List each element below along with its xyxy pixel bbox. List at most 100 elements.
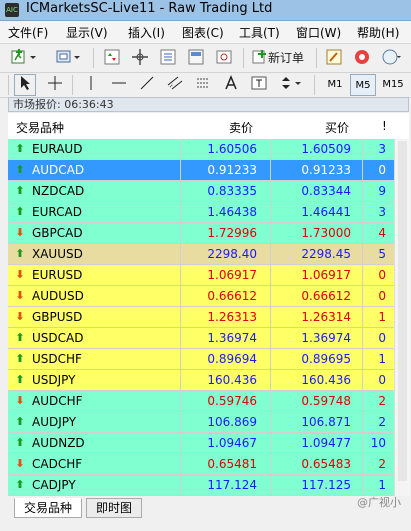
vertical-line-button[interactable] bbox=[80, 74, 102, 96]
ask-cell: 1.60509 bbox=[301, 142, 351, 156]
text-label-button[interactable] bbox=[248, 74, 270, 96]
timeframe-m1[interactable]: M1 bbox=[322, 74, 348, 96]
down-arrow-icon: ⬇ bbox=[15, 226, 25, 239]
navigator-button[interactable] bbox=[128, 47, 152, 69]
bid-cell: 1.09467 bbox=[207, 436, 257, 450]
up-arrow-icon: ⬆ bbox=[15, 163, 25, 176]
tab-tick-chart[interactable]: 即时图 bbox=[86, 498, 143, 518]
menu-tools[interactable]: 工具(T) bbox=[239, 24, 280, 41]
market-watch-button[interactable] bbox=[100, 47, 124, 69]
menu-bar: 文件(F) 显示(V) 插入(I) 图表(C) 工具(T) 窗口(W) 帮助(H… bbox=[0, 21, 411, 44]
trendline-button[interactable] bbox=[136, 74, 158, 96]
menu-help[interactable]: 帮助(H) bbox=[357, 24, 399, 41]
table-row[interactable]: ⬇ EURUSD 1.06917 1.06917 0 bbox=[8, 265, 394, 286]
spread-cell: 0 bbox=[378, 268, 386, 282]
table-row[interactable]: ⬇ AUDCHF 0.59746 0.59748 2 bbox=[8, 391, 394, 412]
column-bid[interactable]: 卖价 bbox=[229, 119, 253, 136]
up-arrow-icon: ⬆ bbox=[15, 247, 25, 260]
column-ask[interactable]: 买价 bbox=[325, 119, 349, 136]
arrows-button[interactable] bbox=[276, 74, 306, 96]
spread-cell: 9 bbox=[378, 184, 386, 198]
bid-cell: 0.65481 bbox=[207, 457, 257, 471]
more-toolbar-button[interactable] bbox=[378, 47, 406, 69]
symbol-cell: AUDUSD bbox=[32, 289, 84, 303]
timeframe-m5[interactable]: M5 bbox=[350, 74, 376, 96]
symbol-cell: GBPCAD bbox=[32, 226, 83, 240]
spread-cell: 3 bbox=[378, 142, 386, 156]
bid-cell: 0.83335 bbox=[207, 184, 257, 198]
menu-insert[interactable]: 插入(I) bbox=[128, 24, 165, 41]
spread-cell: 0 bbox=[378, 331, 386, 345]
up-arrow-icon: ⬆ bbox=[15, 478, 25, 491]
column-spread[interactable]: ! bbox=[382, 119, 387, 133]
symbol-cell: XAUUSD bbox=[32, 247, 83, 261]
metaeditor-button[interactable] bbox=[322, 47, 346, 69]
bid-cell: 0.66612 bbox=[207, 289, 257, 303]
ask-cell: 2298.45 bbox=[301, 247, 351, 261]
spread-cell: 2 bbox=[378, 457, 386, 471]
signal-icon bbox=[382, 49, 401, 65]
arrows-icon bbox=[282, 77, 301, 89]
equidistant-channel-button[interactable] bbox=[164, 74, 186, 96]
cursor-button[interactable] bbox=[14, 74, 36, 96]
table-row[interactable]: ⬆ USDCHF 0.89694 0.89695 1 bbox=[8, 349, 394, 370]
symbol-cell: CADJPY bbox=[32, 478, 76, 492]
bid-cell: 1.60506 bbox=[207, 142, 257, 156]
table-row[interactable]: ⬆ EURAUD 1.60506 1.60509 3 bbox=[8, 139, 394, 160]
table-row[interactable]: ⬇ GBPCAD 1.72996 1.73000 4 bbox=[8, 223, 394, 244]
timeframe-m15[interactable]: M15 bbox=[378, 74, 408, 96]
bid-cell: 1.36974 bbox=[207, 331, 257, 345]
table-row[interactable]: ⬆ EURCAD 1.46438 1.46441 3 bbox=[8, 202, 394, 223]
text-icon bbox=[225, 75, 237, 90]
vertical-line-icon bbox=[90, 76, 92, 90]
menu-charts[interactable]: 图表(C) bbox=[182, 24, 224, 41]
new-order-label: 新订单 bbox=[268, 51, 305, 65]
ask-cell: 0.89695 bbox=[301, 352, 351, 366]
column-symbol[interactable]: 交易品种 bbox=[16, 119, 64, 136]
fibonacci-button[interactable] bbox=[192, 74, 214, 96]
table-row[interactable]: ⬆ AUDCAD 0.91233 0.91233 0 bbox=[8, 160, 394, 181]
symbol-cell: AUDCAD bbox=[32, 163, 85, 177]
crosshair-button[interactable] bbox=[44, 74, 66, 96]
menu-view[interactable]: 显示(V) bbox=[66, 24, 108, 41]
table-row[interactable]: ⬆ NZDCAD 0.83335 0.83344 9 bbox=[8, 181, 394, 202]
bid-cell: 1.06917 bbox=[207, 268, 257, 282]
table-row[interactable]: ⬇ GBPUSD 1.26313 1.26314 1 bbox=[8, 307, 394, 328]
autotrading-button[interactable] bbox=[350, 47, 374, 69]
table-row[interactable]: ⬆ USDCAD 1.36974 1.36974 0 bbox=[8, 328, 394, 349]
bid-cell: 0.59746 bbox=[207, 394, 257, 408]
symbol-cell: AUDCHF bbox=[32, 394, 83, 408]
table-row[interactable]: ⬆ CADJPY 117.124 117.125 1 bbox=[8, 475, 394, 496]
window-title: ICMarketsSC-Live11 - Raw Trading Ltd bbox=[26, 1, 273, 16]
horizontal-line-button[interactable] bbox=[108, 74, 130, 96]
profiles-button[interactable] bbox=[52, 47, 86, 69]
symbol-cell: AUDJPY bbox=[32, 415, 77, 429]
bid-cell: 1.46438 bbox=[207, 205, 257, 219]
ask-cell: 1.06917 bbox=[301, 268, 351, 282]
terminal-button[interactable] bbox=[184, 47, 208, 69]
menu-window[interactable]: 窗口(W) bbox=[296, 24, 341, 41]
table-row[interactable]: ⬇ CADCHF 0.65481 0.65483 2 bbox=[8, 454, 394, 475]
table-row[interactable]: ⬆ XAUUSD 2298.40 2298.45 5 bbox=[8, 244, 394, 265]
new-order-button[interactable]: 新订单 bbox=[249, 47, 311, 69]
table-row[interactable]: ⬆ AUDJPY 106.869 106.871 2 bbox=[8, 412, 394, 433]
up-arrow-icon: ⬆ bbox=[15, 331, 25, 344]
tab-symbols[interactable]: 交易品种 bbox=[14, 498, 83, 518]
new-chart-button[interactable] bbox=[8, 47, 42, 69]
data-window-button[interactable] bbox=[156, 47, 180, 69]
ask-cell: 0.91233 bbox=[301, 163, 351, 177]
table-row[interactable]: ⬆ AUDNZD 1.09467 1.09477 10 bbox=[8, 433, 394, 454]
vertical-scrollbar[interactable] bbox=[394, 139, 410, 496]
bid-cell: 160.436 bbox=[207, 373, 257, 387]
up-arrow-icon: ⬆ bbox=[15, 436, 25, 449]
text-button[interactable] bbox=[220, 74, 242, 96]
ask-cell: 1.73000 bbox=[301, 226, 351, 240]
up-arrow-icon: ⬆ bbox=[15, 205, 25, 218]
strategy-tester-button[interactable] bbox=[212, 47, 236, 69]
spread-cell: 10 bbox=[370, 436, 386, 450]
menu-file[interactable]: 文件(F) bbox=[8, 24, 48, 41]
bid-cell: 106.869 bbox=[207, 415, 257, 429]
symbol-list: ⬆ EURAUD 1.60506 1.60509 3 ⬆ AUDCAD 0.91233 0.91… bbox=[8, 139, 409, 496]
table-row[interactable]: ⬇ AUDUSD 0.66612 0.66612 0 bbox=[8, 286, 394, 307]
table-row[interactable]: ⬆ USDJPY 160.436 160.436 0 bbox=[8, 370, 394, 391]
